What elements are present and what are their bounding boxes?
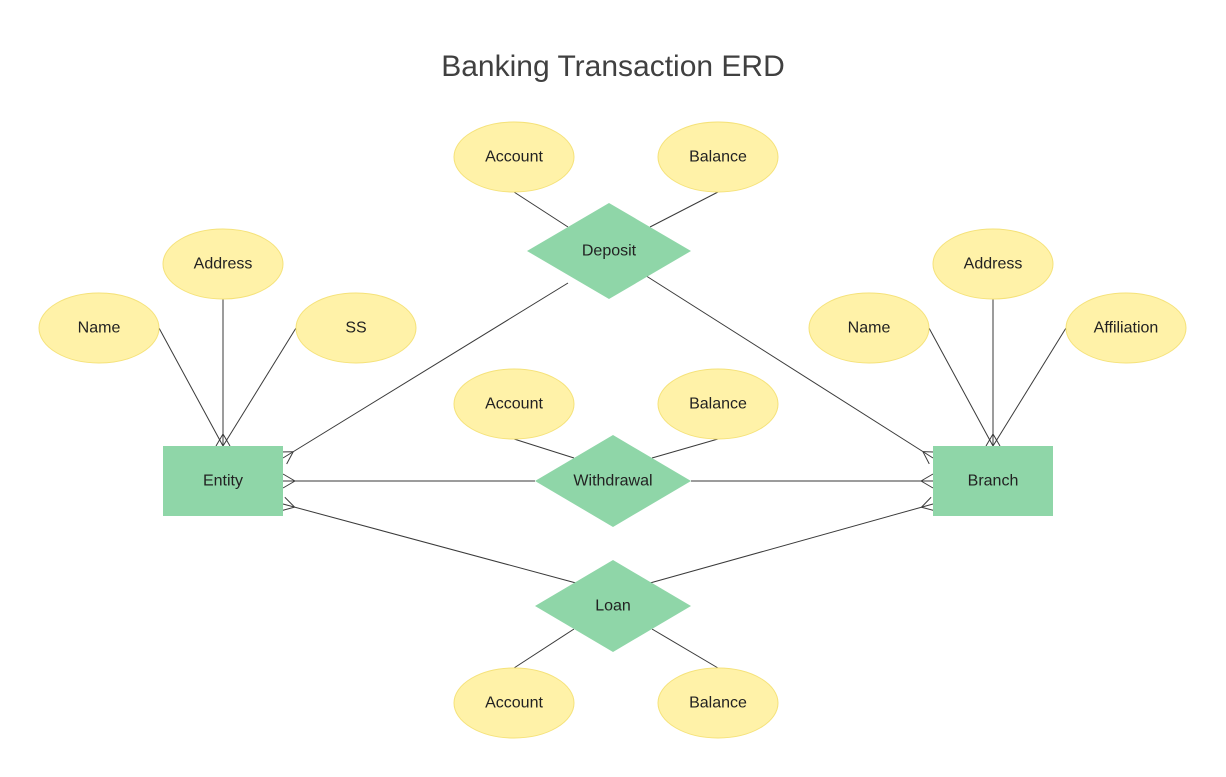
relationship-label: Withdrawal (573, 473, 652, 490)
attribute-connector (513, 191, 569, 228)
attribute-withdrawal-account[interactable]: Account (453, 368, 575, 440)
attribute-withdrawal-balance[interactable]: Balance (657, 368, 779, 440)
loan-entity-connector (282, 503, 577, 584)
entity-label: Entity (203, 473, 243, 490)
shape-layer: Name Address SS Name Address Affiliation Accou… (38, 121, 1187, 739)
attribute-loan-account[interactable]: Account (453, 667, 575, 739)
erd-canvas: Name Address SS Name Address Affiliation Accou… (38, 121, 1187, 739)
entity-entity[interactable]: Entity (163, 446, 283, 516)
attribute-connector (651, 438, 719, 459)
entity-branch[interactable]: Branch (933, 446, 1053, 516)
attribute-connector (513, 438, 575, 459)
attribute-entity-address[interactable]: Address (162, 228, 284, 300)
attribute-label: Account (485, 396, 543, 413)
attribute-connector (992, 327, 1067, 447)
attribute-label: Balance (689, 149, 747, 166)
relationship-withdrawal[interactable]: Withdrawal (535, 435, 691, 527)
attribute-label: SS (345, 320, 366, 337)
attribute-deposit-balance[interactable]: Balance (657, 121, 779, 193)
attribute-label: Name (78, 320, 121, 337)
attribute-connector (651, 628, 719, 669)
attribute-entity-name[interactable]: Name (38, 292, 160, 364)
relationship-label: Loan (595, 598, 631, 615)
attribute-deposit-account[interactable]: Account (453, 121, 575, 193)
attribute-label: Balance (689, 695, 747, 712)
attribute-label: Address (964, 256, 1023, 273)
attribute-label: Name (848, 320, 891, 337)
attribute-branch-address[interactable]: Address (932, 228, 1054, 300)
entity-label: Branch (968, 473, 1019, 490)
attribute-connector (158, 327, 224, 447)
attribute-label: Balance (689, 396, 747, 413)
attribute-label: Account (485, 149, 543, 166)
attribute-branch-affiliation[interactable]: Affiliation (1065, 292, 1187, 364)
attribute-connector (928, 327, 994, 447)
attribute-branch-name[interactable]: Name (808, 292, 930, 364)
relationship-label: Deposit (582, 243, 637, 260)
attribute-connector (649, 191, 719, 228)
attribute-connector (222, 327, 297, 447)
attribute-connector (513, 628, 575, 669)
attribute-label: Affiliation (1094, 320, 1159, 337)
attribute-loan-balance[interactable]: Balance (657, 667, 779, 739)
attribute-label: Address (194, 256, 253, 273)
relationship-deposit[interactable]: Deposit (527, 203, 691, 299)
attribute-label: Account (485, 695, 543, 712)
attribute-entity-ss[interactable]: SS (295, 292, 417, 364)
loan-branch-connector (649, 503, 934, 584)
